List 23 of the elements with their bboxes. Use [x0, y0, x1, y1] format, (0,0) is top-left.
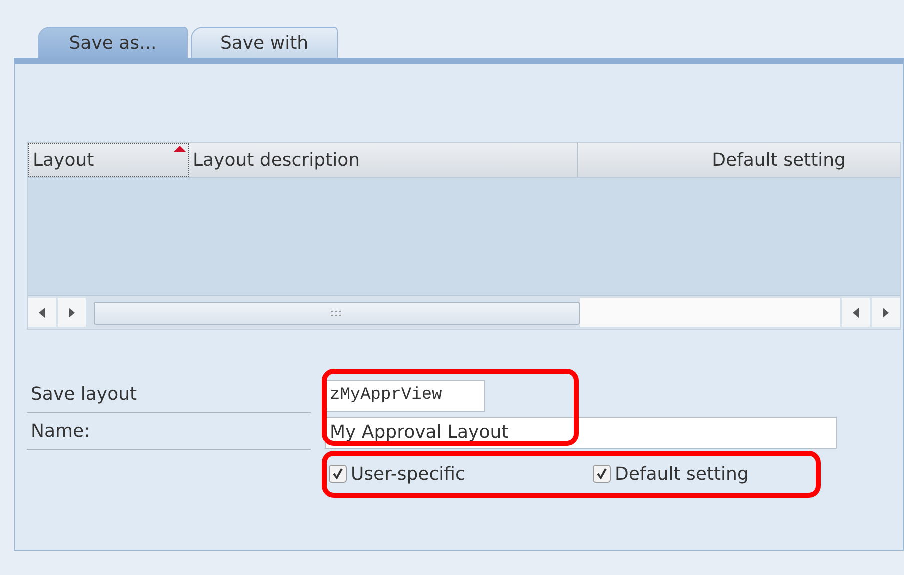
- column-header[interactable]: Layout: [28, 143, 189, 177]
- checkbox-box[interactable]: [593, 465, 611, 483]
- tab[interactable]: Save with: [191, 27, 338, 58]
- left-arrow-icon: [852, 308, 860, 318]
- checkbox[interactable]: User-specific: [329, 464, 593, 484]
- field-label: Save layout: [27, 378, 311, 413]
- input-field[interactable]: My Approval Layout: [325, 416, 837, 448]
- scroll-left-button[interactable]: [842, 298, 870, 327]
- input-field[interactable]: zMyApprView: [325, 380, 485, 412]
- column-header[interactable]: Layout description: [189, 143, 578, 177]
- column-header[interactable]: Default setting: [578, 143, 900, 177]
- right-arrow-icon: [68, 308, 76, 318]
- scroll-right-button[interactable]: [872, 298, 900, 327]
- scroll-right-button[interactable]: [58, 298, 86, 327]
- left-arrow-icon: [38, 308, 46, 318]
- field-label: Name:: [27, 415, 311, 450]
- right-arrow-icon: [882, 308, 890, 318]
- checkbox[interactable]: Default setting: [593, 464, 857, 484]
- checkbox-box[interactable]: [329, 465, 347, 483]
- scrollbar-thumb[interactable]: [94, 302, 580, 325]
- scroll-left-button[interactable]: [28, 298, 56, 327]
- tab[interactable]: Save as...: [38, 27, 188, 58]
- sort-indicator-icon: [174, 146, 186, 152]
